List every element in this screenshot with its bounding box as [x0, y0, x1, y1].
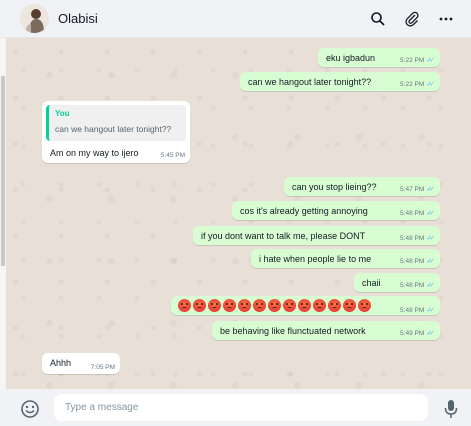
angry-face-icon — [238, 299, 251, 312]
menu-icon[interactable] — [435, 8, 457, 30]
message-meta: 5:48 PM ✓✓ — [400, 257, 435, 266]
mic-icon[interactable] — [443, 399, 459, 419]
message-in-reply[interactable]: You can we hangout later tonight?? Am on… — [42, 101, 190, 163]
message-text: can we hangout later tonight?? — [248, 77, 372, 87]
message-out-emoji[interactable]: 5:48 PM ✓✓ — [171, 296, 440, 315]
search-icon[interactable] — [367, 8, 389, 30]
read-ticks-icon: ✓✓ — [426, 235, 435, 242]
read-ticks-icon: ✓✓ — [426, 282, 435, 289]
angry-face-icon — [358, 299, 371, 312]
message-out[interactable]: be behaving like flunctuated network 5:4… — [212, 321, 440, 340]
message-text: cos it's already getting annoying — [240, 206, 368, 216]
angry-face-icon — [283, 299, 296, 312]
read-ticks-icon: ✓✓ — [426, 81, 435, 88]
message-meta: 5:48 PM ✓✓ — [400, 209, 435, 218]
angry-face-icon — [343, 299, 356, 312]
quote-text: can we hangout later tonight?? — [55, 124, 172, 134]
angry-face-icon — [223, 299, 236, 312]
message-input[interactable]: Type a message — [54, 394, 428, 421]
read-ticks-icon: ✓✓ — [426, 307, 435, 314]
angry-face-icon — [328, 299, 341, 312]
message-time: 5:49 PM — [400, 329, 425, 337]
message-out[interactable]: cos it's already getting annoying 5:48 P… — [232, 201, 440, 220]
message-input-placeholder: Type a message — [65, 402, 139, 413]
message-out[interactable]: can we hangout later tonight?? 5:22 PM ✓✓ — [240, 72, 440, 91]
scrollbar-thumb[interactable] — [1, 76, 5, 266]
angry-face-icon — [313, 299, 326, 312]
emoji-row — [178, 299, 371, 312]
emoji-icon[interactable] — [20, 399, 40, 419]
message-meta: 7:05 PM — [91, 364, 115, 371]
message-text: chaii — [362, 278, 381, 288]
message-time: 5:48 PM — [400, 281, 425, 289]
message-text: if you dont want to talk me, please DONT — [201, 231, 366, 241]
message-time: 5:48 PM — [400, 257, 425, 265]
message-time: 5:22 PM — [400, 80, 425, 88]
angry-face-icon — [298, 299, 311, 312]
message-out[interactable]: chaii 5:48 PM ✓✓ — [354, 273, 440, 292]
message-time: 5:47 PM — [400, 185, 425, 193]
message-out[interactable]: can you stop lieing?? 5:47 PM ✓✓ — [284, 177, 440, 196]
contact-name[interactable]: Olabisi — [58, 11, 98, 26]
message-text: i hate when people lie to me — [259, 254, 372, 264]
angry-face-icon — [193, 299, 206, 312]
message-time: 7:05 PM — [90, 364, 115, 371]
message-meta: 5:49 PM ✓✓ — [400, 329, 435, 338]
message-out[interactable]: i hate when people lie to me 5:48 PM ✓✓ — [251, 249, 440, 268]
message-meta: 5:22 PM ✓✓ — [400, 56, 435, 65]
read-ticks-icon: ✓✓ — [426, 258, 435, 265]
message-time: 5:45 PM — [160, 152, 185, 159]
angry-face-icon — [253, 299, 266, 312]
message-text: eku igbadun — [326, 53, 376, 63]
angry-face-icon — [178, 299, 191, 312]
message-meta: 5:45 PM — [161, 152, 185, 159]
read-ticks-icon: ✓✓ — [426, 210, 435, 217]
chat-area: eku igbadun 5:22 PM ✓✓ can we hangout lat… — [6, 38, 471, 389]
quote-author: You — [55, 109, 70, 118]
message-text: Am on my way to ijero — [50, 148, 139, 158]
message-meta: 5:48 PM ✓✓ — [400, 306, 435, 315]
quoted-message[interactable]: You can we hangout later tonight?? — [46, 105, 186, 141]
message-text: Ahhh — [50, 358, 72, 368]
read-ticks-icon: ✓✓ — [426, 57, 435, 64]
message-text: can you stop lieing?? — [292, 182, 377, 192]
angry-face-icon — [208, 299, 221, 312]
message-meta: 5:47 PM ✓✓ — [400, 185, 435, 194]
message-in[interactable]: Ahhh 7:05 PM — [42, 353, 120, 374]
message-time: 5:22 PM — [400, 56, 425, 64]
message-meta: 5:48 PM ✓✓ — [400, 281, 435, 290]
message-time: 5:48 PM — [400, 234, 425, 242]
message-time: 5:48 PM — [400, 209, 425, 217]
message-text: be behaving like flunctuated network — [220, 326, 366, 336]
message-out[interactable]: eku igbadun 5:22 PM ✓✓ — [318, 48, 440, 67]
message-time: 5:48 PM — [400, 306, 425, 314]
message-meta: 5:22 PM ✓✓ — [400, 80, 435, 89]
message-meta: 5:48 PM ✓✓ — [400, 234, 435, 243]
read-ticks-icon: ✓✓ — [426, 186, 435, 193]
composer-bar: Type a message — [0, 389, 471, 426]
message-out[interactable]: if you dont want to talk me, please DONT… — [193, 226, 440, 245]
read-ticks-icon: ✓✓ — [426, 330, 435, 337]
chat-header: Olabisi — [0, 0, 471, 38]
angry-face-icon — [268, 299, 281, 312]
avatar[interactable] — [20, 4, 49, 33]
attach-icon[interactable] — [401, 8, 423, 30]
